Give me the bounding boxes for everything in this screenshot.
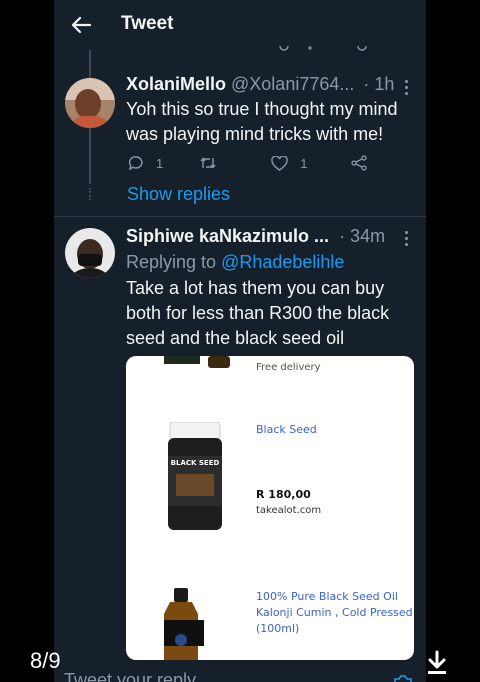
reply-count: 1 [156,155,164,171]
mention-link[interactable]: @Rhadebelihle [221,252,344,272]
reply-icon [128,156,143,171]
tweet-text-line: Yoh this so true I thought my mind [126,99,398,119]
product-title-line[interactable]: (100ml) [256,622,299,635]
divider [54,216,426,217]
tweet-time: · 34m [339,226,386,246]
author-handle[interactable]: @Xolani7764... [231,74,354,95]
product-title-line[interactable]: 100% Pure Black Seed Oil [256,590,398,603]
download-icon[interactable] [426,650,448,676]
tweet-text-line: both for less than R300 the black [126,303,390,323]
more-options-icon[interactable] [405,80,409,95]
heart-icon [271,155,288,171]
replying-to: Replying to @Rhadebelihle [126,252,344,273]
more-options-icon[interactable] [405,231,409,246]
camera-icon[interactable] [394,672,412,682]
avatar[interactable] [65,228,115,278]
product-image-top [164,356,230,368]
page-counter: 8/9 [30,648,61,673]
jar-label: BLACK SEED [171,459,220,467]
replying-to-label: Replying to [126,252,217,272]
reply-input[interactable]: Tweet your reply [64,670,196,682]
like-button[interactable]: 1 [271,155,308,171]
product-name[interactable]: Black Seed [256,423,317,436]
back-arrow-icon[interactable] [68,12,94,38]
black-seed-jar-image: BLACK SEED [168,422,222,530]
avatar[interactable] [65,78,115,128]
author-name[interactable]: Siphiwe kaNkazimulo ... [126,226,329,247]
thread-dots [89,188,91,200]
top-bar: Tweet [54,0,426,50]
product-title-line[interactable]: Kalonji Cumin , Cold Pressed [256,606,413,619]
tweet-screen: Tweet XolaniMello @Xolani7764... · 1h Yo… [54,0,426,682]
tweet-actions: 1 1 [128,155,378,171]
page-title: Tweet [121,13,174,34]
tweet-text-line: Take a lot has them you can buy [126,278,385,298]
tweet-text-line: was playing mind tricks with me! [126,124,384,144]
share-button[interactable] [351,155,368,171]
black-seed-oil-bottle-image [164,588,204,660]
tweet-time: · 1h [363,74,395,94]
previous-tweet-actions [279,45,367,51]
author-name[interactable]: XolaniMello [126,74,226,95]
tweet-text-line: seed and the black seed oil [126,328,345,348]
reply-button[interactable]: 1 [128,155,163,171]
product-price: R 180,00 [256,488,311,501]
retweet-icon [200,157,216,169]
like-count: 1 [300,155,308,171]
free-delivery-label: Free delivery [256,362,321,373]
tweet-meta: XolaniMello @Xolani7764... · 1h [126,74,394,95]
attached-image[interactable]: Free delivery BLACK SEED Black Seed R 18… [126,356,414,660]
tweet-text: Take a lot has them you can buy both for… [126,276,421,351]
tweet-text: Yoh this so true I thought my mind was p… [126,97,416,147]
tweet-meta: Siphiwe kaNkazimulo ... · 34m [126,226,385,247]
show-replies-link[interactable]: Show replies [127,184,230,205]
share-icon [351,155,368,171]
product-store: takealot.com [256,505,322,516]
retweet-button[interactable] [199,155,217,171]
